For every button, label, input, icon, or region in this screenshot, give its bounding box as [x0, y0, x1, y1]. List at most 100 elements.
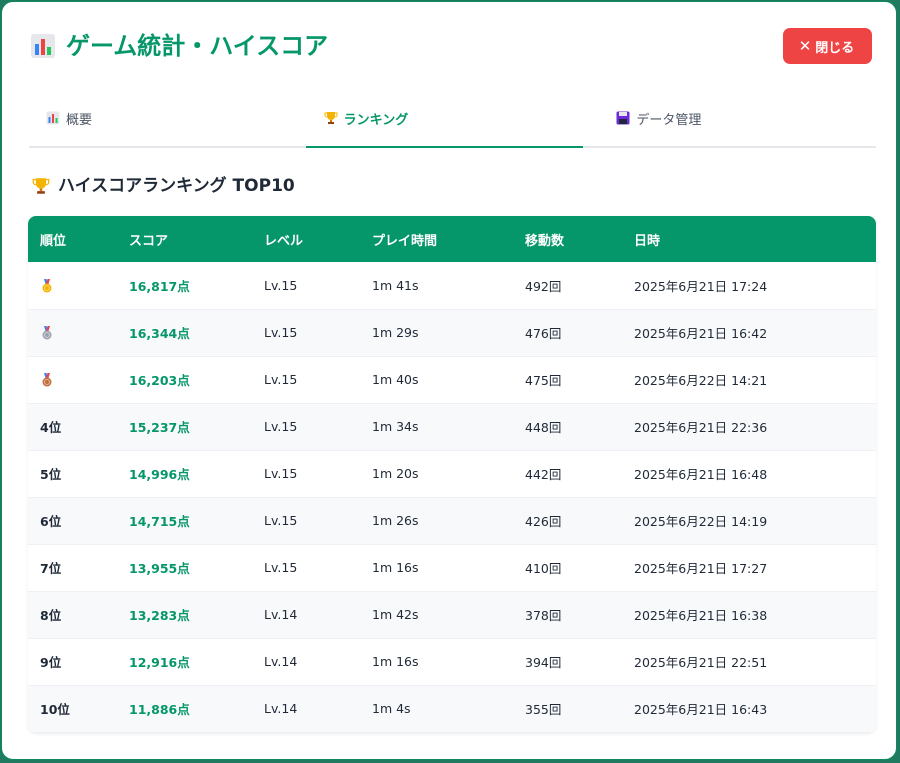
cell-score: 16,344点 [129, 326, 190, 341]
cell-score: 13,955点 [129, 561, 190, 576]
modal-title-text: ゲーム統計・ハイスコア [66, 32, 329, 60]
cell-date: 2025年6月22日 14:19 [634, 514, 768, 529]
tab-bar: 概要 ランキング データ管理 [29, 90, 876, 148]
cell-moves: 492回 [525, 278, 562, 294]
close-button-label: 閉じる [815, 40, 855, 56]
cell-rank [28, 309, 117, 356]
cell-date: 2025年6月21日 16:48 [634, 467, 768, 482]
bar-chart-icon [31, 34, 55, 58]
modal-header: ゲーム統計・ハイスコア ✕ 閉じる [30, 28, 872, 68]
header-play-time[interactable]: プレイ時間 [360, 216, 513, 262]
cell-score: 14,996点 [129, 467, 190, 482]
cell-rank: 9位 [28, 638, 117, 685]
tab-overview-label: 概要 [66, 112, 93, 128]
trophy-icon [324, 112, 338, 124]
tab-data-management-label: データ管理 [636, 112, 702, 128]
cell-moves: 448回 [525, 420, 562, 435]
cell-play-time: 1m 42s [372, 607, 419, 622]
cell-rank: 7位 [28, 544, 117, 591]
floppy-disk-icon [616, 111, 630, 125]
cell-moves: 442回 [525, 467, 562, 482]
cell-level: Lv.15 [264, 325, 298, 340]
tab-overview[interactable]: 概要 [29, 90, 306, 146]
section-title-text: ハイスコアランキング TOP10 [58, 176, 295, 196]
cell-level: Lv.15 [264, 466, 298, 481]
cell-play-time: 1m 26s [372, 513, 419, 528]
header-score[interactable]: スコア [117, 216, 252, 262]
close-button[interactable]: ✕ 閉じる [783, 28, 872, 64]
cell-level: Lv.14 [264, 654, 298, 669]
cell-play-time: 1m 40s [372, 372, 419, 387]
table-row: 16,817点 Lv.15 1m 41s 492回 2025年6月21日 17:24 [28, 262, 876, 309]
modal-title: ゲーム統計・ハイスコア [30, 28, 328, 64]
table-row: 16,203点 Lv.15 1m 40s 475回 2025年6月22日 14:21 [28, 356, 876, 403]
ranking-table: 順位 スコア レベル プレイ時間 移動数 日時 16,817点 Lv.15 1m 4… [28, 216, 876, 733]
rank-label: 8位 [40, 608, 62, 623]
cell-rank [28, 262, 117, 309]
cell-play-time: 1m 16s [372, 654, 419, 669]
cell-play-time: 1m 16s [372, 560, 419, 575]
tab-data-management[interactable]: データ管理 [583, 90, 876, 146]
header-rank[interactable]: 順位 [28, 216, 117, 262]
table-row: 16,344点 Lv.15 1m 29s 476回 2025年6月21日 16:42 [28, 309, 876, 356]
tab-ranking[interactable]: ランキング [305, 90, 584, 148]
table-row: 10位 11,886点 Lv.14 1m 4s 355回 2025年6月21日 16:43 [28, 685, 876, 732]
cell-moves: 355回 [525, 702, 562, 717]
cell-rank: 10位 [28, 685, 117, 732]
cell-date: 2025年6月21日 16:42 [634, 326, 768, 341]
table-row: 9位 12,916点 Lv.14 1m 16s 394回 2025年6月21日 22:51 [28, 638, 876, 685]
table-row: 8位 13,283点 Lv.14 1m 42s 378回 2025年6月21日 16:38 [28, 591, 876, 638]
table-row: 5位 14,996点 Lv.15 1m 20s 442回 2025年6月21日 16:48 [28, 450, 876, 497]
cell-level: Lv.14 [264, 701, 298, 716]
cell-moves: 394回 [525, 655, 562, 670]
table-row: 6位 14,715点 Lv.15 1m 26s 426回 2025年6月22日 14:19 [28, 497, 876, 544]
rank-label: 9位 [40, 655, 62, 670]
cell-score: 11,886点 [129, 702, 190, 717]
stats-modal: ゲーム統計・ハイスコア ✕ 閉じる 概要 ランキング データ管理 ハイスコアラン… [1, 1, 897, 760]
cell-moves: 476回 [525, 326, 562, 341]
cell-rank: 6位 [28, 497, 117, 544]
close-icon: ✕ [798, 36, 812, 55]
cell-rank: 5位 [28, 450, 117, 497]
cell-score: 15,237点 [129, 420, 190, 435]
cell-date: 2025年6月21日 22:36 [634, 420, 768, 435]
cell-date: 2025年6月21日 16:43 [634, 702, 768, 717]
table-header-row: 順位 スコア レベル プレイ時間 移動数 日時 [28, 216, 876, 262]
rank-label: 6位 [40, 514, 62, 529]
cell-level: Lv.14 [264, 607, 298, 622]
cell-level: Lv.15 [264, 277, 298, 293]
cell-moves: 426回 [525, 514, 562, 529]
cell-date: 2025年6月21日 17:24 [634, 278, 768, 294]
header-moves[interactable]: 移動数 [513, 216, 622, 262]
table-row: 4位 15,237点 Lv.15 1m 34s 448回 2025年6月21日 22:36 [28, 403, 876, 450]
cell-play-time: 1m 4s [372, 701, 411, 716]
cell-date: 2025年6月21日 22:51 [634, 655, 768, 670]
cell-score: 14,715点 [129, 514, 190, 529]
cell-play-time: 1m 41s [372, 277, 419, 293]
section-title: ハイスコアランキング TOP10 [32, 172, 295, 200]
header-level[interactable]: レベル [252, 216, 360, 262]
header-date[interactable]: 日時 [622, 216, 876, 262]
silver-medal-icon [42, 326, 52, 340]
cell-score: 16,817点 [129, 278, 190, 294]
cell-date: 2025年6月22日 14:21 [634, 373, 768, 388]
cell-moves: 475回 [525, 373, 562, 388]
rank-label: 5位 [40, 467, 62, 482]
cell-rank: 8位 [28, 591, 117, 638]
cell-play-time: 1m 29s [372, 325, 419, 340]
cell-score: 12,916点 [129, 655, 190, 670]
rank-label: 7位 [40, 561, 62, 576]
cell-level: Lv.15 [264, 560, 298, 575]
table-row: 7位 13,955点 Lv.15 1m 16s 410回 2025年6月21日 17:27 [28, 544, 876, 591]
trophy-icon [32, 178, 50, 194]
cell-score: 13,283点 [129, 608, 190, 623]
rank-label: 10位 [40, 702, 70, 717]
rank-label: 4位 [40, 420, 62, 435]
tab-ranking-label: ランキング [343, 112, 409, 128]
cell-rank [28, 356, 117, 403]
bar-chart-icon [46, 111, 60, 125]
cell-score: 16,203点 [129, 373, 190, 388]
cell-level: Lv.15 [264, 513, 298, 528]
cell-moves: 410回 [525, 561, 562, 576]
cell-rank: 4位 [28, 403, 117, 450]
